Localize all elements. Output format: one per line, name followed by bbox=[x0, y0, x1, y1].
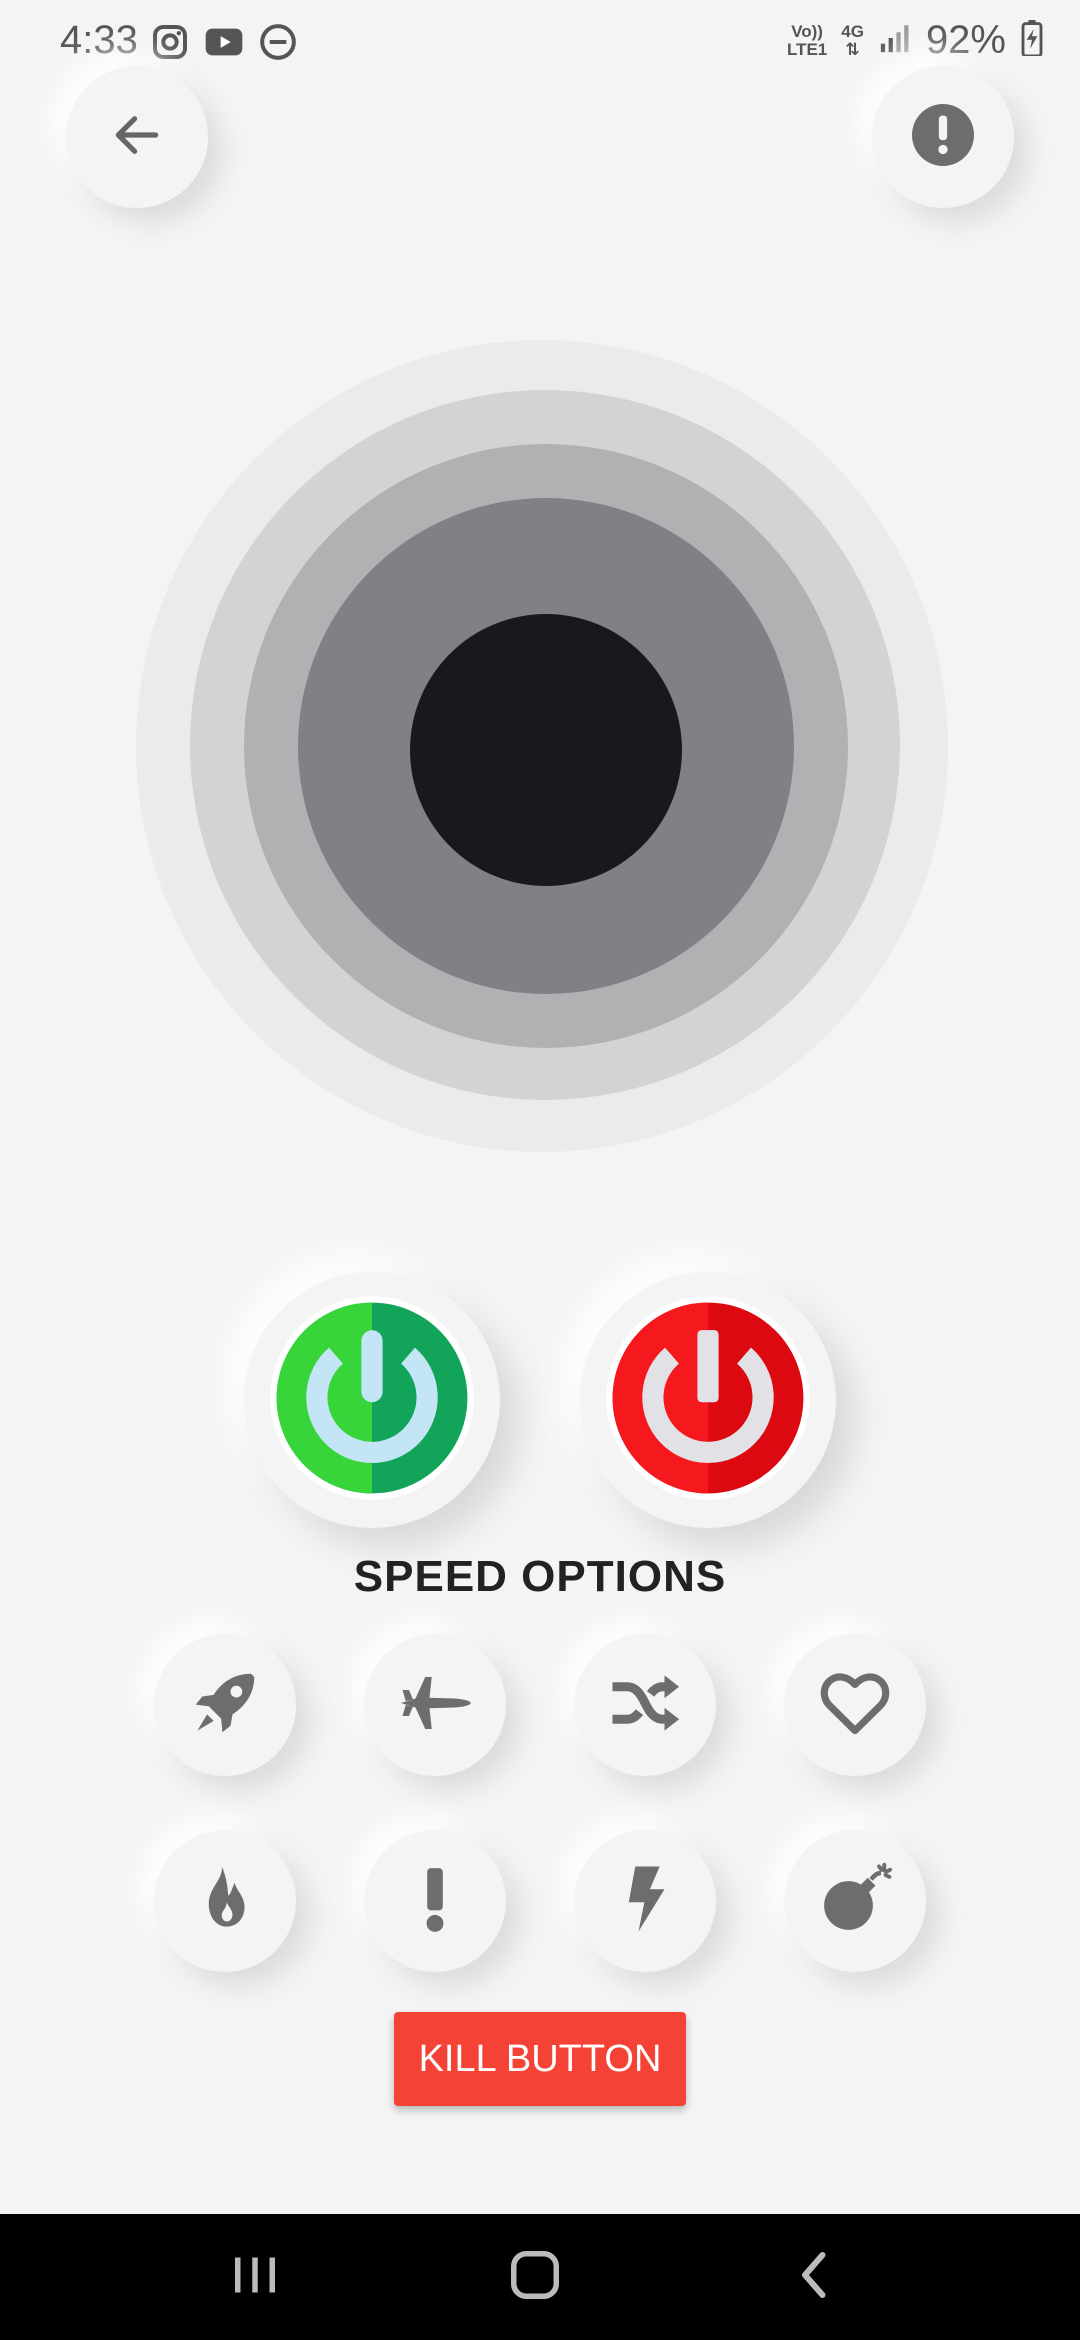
speed-options-title: SPEED OPTIONS bbox=[353, 1552, 727, 1601]
data-indicator: 4G ⇅ bbox=[841, 21, 864, 59]
status-system-icons: Vo)) LTE1 4G ⇅ 92% bbox=[787, 18, 1044, 63]
speed-option-bomb[interactable] bbox=[784, 1830, 926, 1972]
youtube-icon bbox=[204, 22, 244, 67]
signal-icon bbox=[878, 21, 912, 60]
power-on-button[interactable] bbox=[244, 1272, 500, 1528]
power-on-icon bbox=[266, 1292, 478, 1509]
status-time: 4:33 bbox=[60, 18, 138, 62]
exclamation-icon bbox=[396, 1860, 474, 1943]
do-not-disturb-icon bbox=[258, 22, 298, 67]
airplane-icon bbox=[396, 1664, 474, 1747]
fire-icon bbox=[186, 1860, 264, 1943]
status-notification-icons bbox=[150, 22, 298, 67]
arrow-left-icon bbox=[109, 107, 165, 168]
rocket-icon bbox=[186, 1664, 264, 1747]
power-off-icon bbox=[602, 1292, 814, 1509]
power-off-button[interactable] bbox=[580, 1272, 836, 1528]
speed-option-heart[interactable] bbox=[784, 1634, 926, 1776]
speed-option-fire[interactable] bbox=[154, 1830, 296, 1972]
shuffle-icon bbox=[606, 1664, 684, 1747]
battery-percentage: 92% bbox=[925, 18, 1006, 62]
navigation-bar bbox=[0, 2214, 1080, 2340]
speed-option-shuffle[interactable] bbox=[574, 1634, 716, 1776]
home-icon bbox=[505, 2245, 565, 2310]
back-button[interactable] bbox=[66, 66, 208, 208]
dial-core[interactable] bbox=[410, 614, 682, 886]
kill-button[interactable]: KILL BUTTON bbox=[394, 2012, 686, 2106]
nav-back-button[interactable] bbox=[780, 2244, 850, 2310]
info-button[interactable] bbox=[872, 66, 1014, 208]
back-nav-icon bbox=[785, 2245, 845, 2310]
instagram-icon bbox=[150, 22, 190, 67]
heart-icon bbox=[816, 1664, 894, 1747]
exclamation-circle-icon bbox=[912, 103, 974, 171]
nav-recents-button[interactable] bbox=[220, 2244, 290, 2310]
speed-option-exclamation[interactable] bbox=[364, 1830, 506, 1972]
speed-option-rocket[interactable] bbox=[154, 1634, 296, 1776]
speed-option-airplane[interactable] bbox=[364, 1634, 506, 1776]
speed-option-bolt[interactable] bbox=[574, 1830, 716, 1972]
nav-home-button[interactable] bbox=[500, 2244, 570, 2310]
bolt-icon bbox=[606, 1860, 684, 1943]
volte-indicator: Vo)) LTE1 bbox=[786, 21, 828, 59]
recents-icon bbox=[225, 2245, 285, 2310]
battery-charging-icon bbox=[1020, 20, 1044, 61]
bomb-icon bbox=[816, 1860, 894, 1943]
